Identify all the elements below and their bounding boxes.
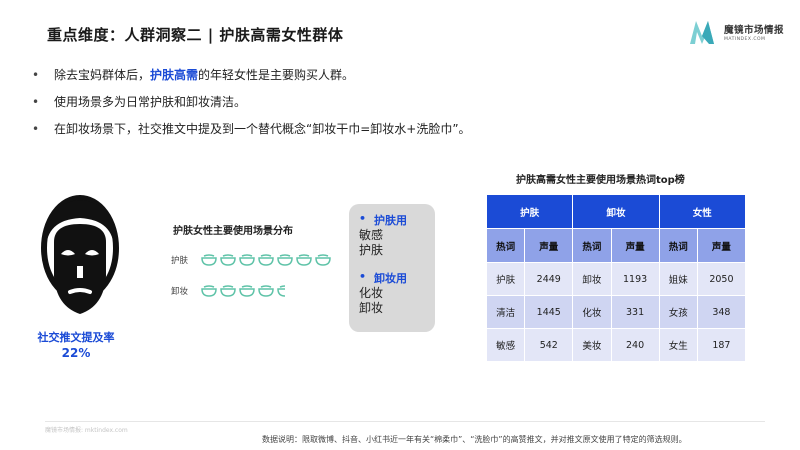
bowl-icon xyxy=(239,254,255,266)
insight-bullets: • 除去宝妈群体后，护肤高需的年轻女性是主要购买人群。 • 使用场景多为日常护肤… xyxy=(32,66,471,147)
table-subheader: 热词 xyxy=(658,228,698,263)
bowl-icon xyxy=(315,254,331,266)
scene-title: 卸妆用 xyxy=(374,272,408,285)
bowl-icon xyxy=(277,285,285,297)
bowl-icon xyxy=(239,285,255,297)
bullet-dot-icon: • xyxy=(359,212,367,225)
table-cell: 1445 xyxy=(524,295,574,329)
footer-divider xyxy=(45,421,765,422)
table-cell: 348 xyxy=(696,295,747,329)
bullet-dot-icon: • xyxy=(32,95,40,109)
hot-table-title: 护肤高需女性主要使用场景热词top榜 xyxy=(516,175,685,186)
brand-logo-icon xyxy=(690,21,714,44)
distribution-label: 卸妆 xyxy=(171,287,189,297)
bullet-item: • 使用场景多为日常护肤和卸妆清洁。 xyxy=(32,93,471,111)
bullet-dot-icon: • xyxy=(32,122,40,136)
bullet-highlight: 护肤高需 xyxy=(150,68,199,82)
table-cell: 姐妹 xyxy=(658,262,698,296)
bowl-icon-row xyxy=(201,285,288,297)
table-cell: 护肤 xyxy=(485,262,526,296)
table-cell: 542 xyxy=(524,328,574,362)
bowl-icon-row xyxy=(201,254,334,266)
table-group-header: 卸妆 xyxy=(572,194,660,229)
table-row: 护肤 2449 卸妆 1193 姐妹 2050 xyxy=(485,262,747,296)
face-mask-icon xyxy=(41,195,119,314)
brand-url: MATINDEX.COM xyxy=(724,37,766,42)
table-cell: 331 xyxy=(610,295,660,329)
bullet-dot-icon: • xyxy=(32,68,40,82)
scene-item: 敏感 xyxy=(359,228,384,242)
table-cell: 187 xyxy=(696,328,747,362)
scene-item: 化妆 xyxy=(359,286,384,300)
bowl-icon xyxy=(201,285,217,297)
bowl-icon xyxy=(258,254,274,266)
table-subheader: 声量 xyxy=(696,228,747,263)
usage-scene-box: • 护肤用 敏感 护肤 • 卸妆用 化妆 卸妆 xyxy=(349,204,435,332)
bullet-item: • 除去宝妈群体后，护肤高需的年轻女性是主要购买人群。 xyxy=(32,66,471,84)
distribution-title: 护肤女性主要使用场景分布 xyxy=(173,226,293,237)
brand-name: 魔镜市场情报 xyxy=(724,25,785,36)
bullet-item: • 在卸妆场景下，社交推文中提及到一个替代概念“卸妆干巾=卸妆水+洗脸巾”。 xyxy=(32,120,471,138)
table-group-header: 女性 xyxy=(658,194,747,229)
bullet-text: 的年轻女性是主要购买人群。 xyxy=(198,68,355,82)
table-cell: 敏感 xyxy=(485,328,526,362)
table-subheader: 热词 xyxy=(485,228,526,263)
bowl-icon xyxy=(296,254,312,266)
table-subheader: 声量 xyxy=(524,228,574,263)
hot-words-table: 护肤 卸妆 女性 热词 声量 热词 声量 热词 声量 护肤 2449 卸妆 11… xyxy=(485,194,747,362)
scene-item: 卸妆 xyxy=(359,301,384,315)
mention-rate-value: 22% xyxy=(61,346,91,360)
scene-heading-skincare: • 护肤用 xyxy=(359,212,435,228)
table-cell: 女生 xyxy=(658,328,698,362)
footer-source: 魔镜市场情报: mktindex.com xyxy=(45,427,128,434)
table-cell: 卸妆 xyxy=(572,262,612,296)
mention-rate-label: 社交推文提及率 xyxy=(37,331,115,344)
bullet-text: 除去宝妈群体后， xyxy=(54,68,151,82)
table-row: 清洁 1445 化妆 331 女孩 348 xyxy=(485,295,747,329)
bowl-icon xyxy=(220,254,236,266)
table-cell: 1193 xyxy=(610,262,660,296)
table-subheader-row: 热词 声量 热词 声量 热词 声量 xyxy=(485,228,747,263)
scene-title: 护肤用 xyxy=(374,214,408,227)
bullet-text: 在卸妆场景下，社交推文中提及到一个替代概念“卸妆干巾=卸妆水+洗脸巾”。 xyxy=(54,122,471,136)
table-cell: 240 xyxy=(610,328,660,362)
table-cell: 美妆 xyxy=(572,328,612,362)
table-row: 敏感 542 美妆 240 女生 187 xyxy=(485,328,747,362)
table-group-header: 护肤 xyxy=(485,194,574,229)
bowl-icon xyxy=(277,254,293,266)
table-cell: 化妆 xyxy=(572,295,612,329)
table-group-header-row: 护肤 卸妆 女性 xyxy=(485,194,747,229)
bullet-dot-icon: • xyxy=(359,270,367,283)
distribution-row-makeup-removal: 卸妆 xyxy=(171,285,288,297)
table-subheader: 热词 xyxy=(572,228,612,263)
bowl-icon xyxy=(258,285,274,297)
bowl-icon xyxy=(201,254,217,266)
page-title: 重点维度：人群洞察二 | 护肤高需女性群体 xyxy=(47,26,344,44)
footer-data-note: 数据说明：限取微博、抖音、小红书近一年有关“棉柔巾”、“洗脸巾”的高赞推文，并对… xyxy=(262,435,687,444)
table-subheader: 声量 xyxy=(610,228,660,263)
table-cell: 2050 xyxy=(696,262,747,296)
scene-item: 护肤 xyxy=(359,243,384,257)
table-cell: 2449 xyxy=(524,262,574,296)
table-cell: 清洁 xyxy=(485,295,526,329)
scene-heading-makeup: • 卸妆用 xyxy=(359,270,435,286)
bowl-icon xyxy=(220,285,236,297)
table-cell: 女孩 xyxy=(658,295,698,329)
bullet-text: 使用场景多为日常护肤和卸妆清洁。 xyxy=(54,95,247,109)
distribution-label: 护肤 xyxy=(171,256,189,266)
distribution-row-skincare: 护肤 xyxy=(171,254,334,266)
brand-logo-block: 魔镜市场情报 MATINDEX.COM xyxy=(688,18,784,46)
